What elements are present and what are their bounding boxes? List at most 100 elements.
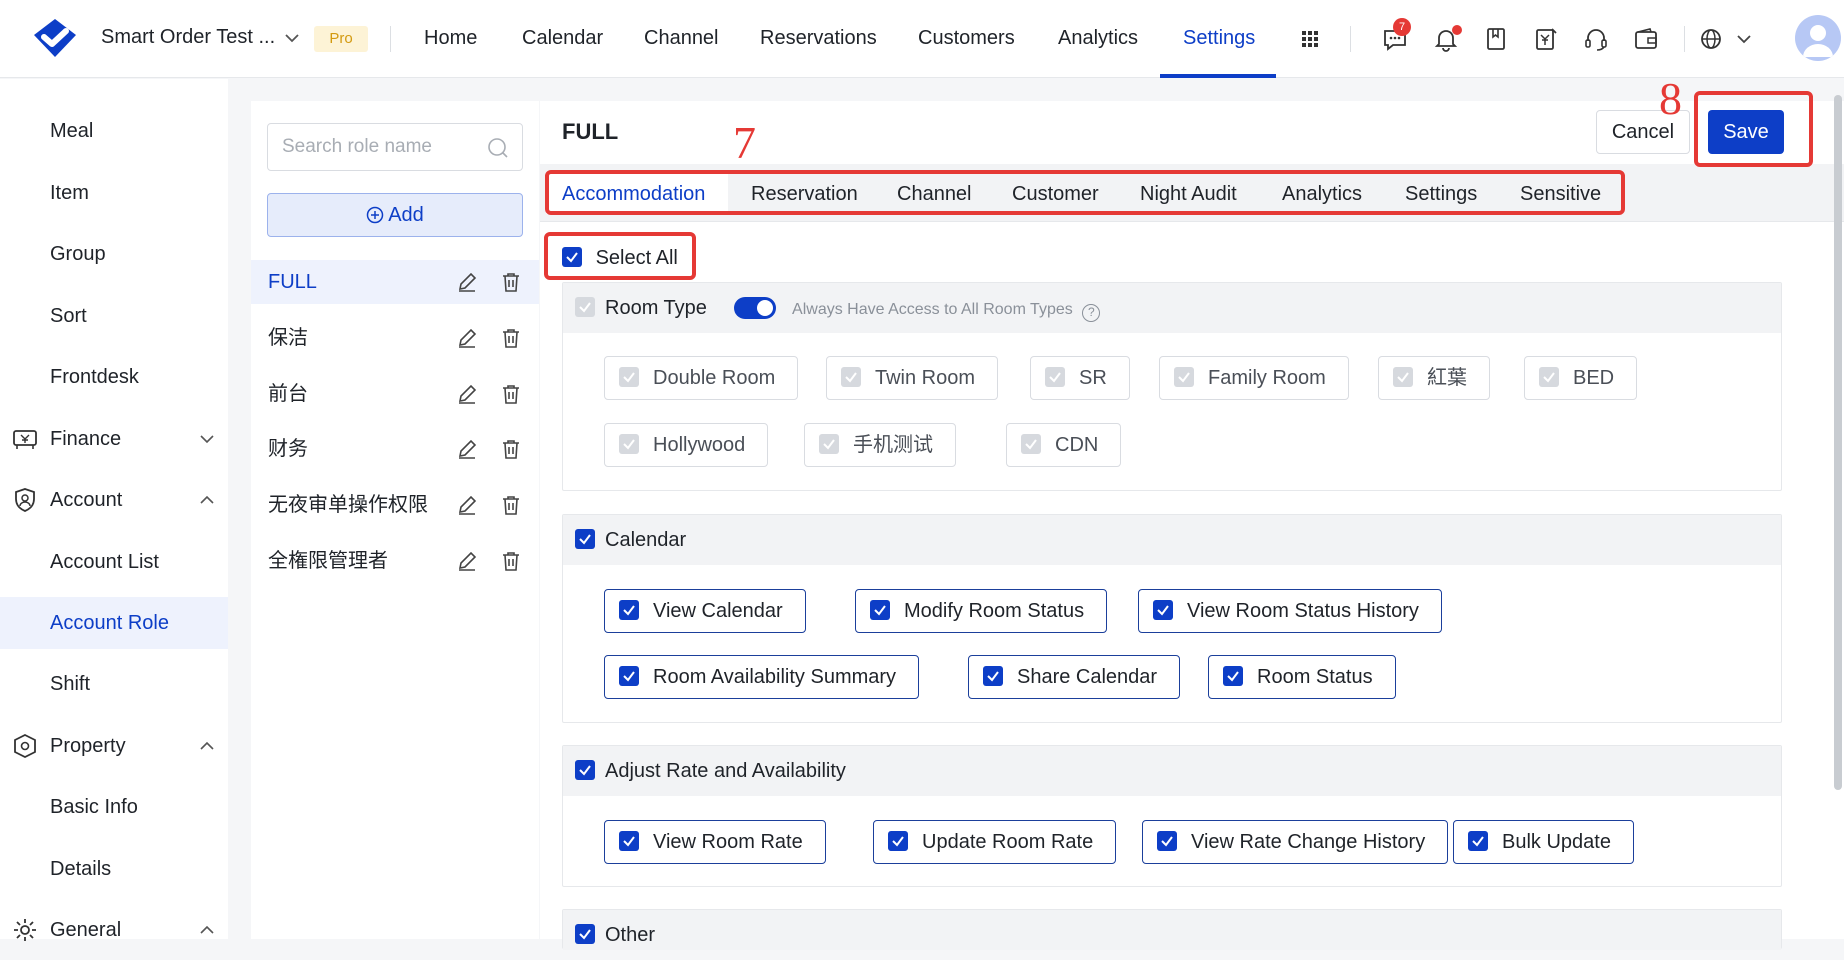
nav-reservations[interactable]: Reservations <box>760 27 877 50</box>
sidebar-item-shift[interactable]: Shift <box>0 658 228 710</box>
section-title: Calendar <box>605 529 687 551</box>
edit-icon[interactable] <box>456 327 478 349</box>
book-icon[interactable] <box>1482 25 1510 53</box>
checkmark-icon <box>623 605 635 616</box>
section-header: Room Type Always Have Access to All Room… <box>563 283 1781 333</box>
sidebar-group-account[interactable]: Account <box>0 474 228 526</box>
sidebar-group-finance[interactable]: Finance <box>0 413 228 465</box>
gear-icon <box>14 919 36 941</box>
room-type-chip[interactable]: Hollywood <box>604 423 769 467</box>
edit-icon[interactable] <box>456 550 478 572</box>
role-name: 全権限管理者 <box>268 550 388 572</box>
checkbox-checked[interactable] <box>575 924 595 944</box>
role-name: 前台 <box>268 383 308 405</box>
chevron-down-icon[interactable] <box>282 28 302 48</box>
permission-chip[interactable]: Update Room Rate <box>873 820 1117 864</box>
room-type-chip[interactable]: 紅葉 <box>1378 356 1490 400</box>
checkbox-checked <box>983 666 1003 686</box>
hotel-selector-label[interactable]: Smart Order Test ... <box>101 26 275 49</box>
add-role-button[interactable]: Add <box>267 193 523 237</box>
permission-chip[interactable]: Share Calendar <box>968 655 1181 699</box>
search-icon[interactable] <box>486 136 510 160</box>
permission-chip[interactable]: Modify Room Status <box>855 589 1108 633</box>
room-type-chip[interactable]: Double Room <box>604 356 799 400</box>
brand-logo-icon[interactable] <box>30 17 80 59</box>
room-type-chip[interactable]: CDN <box>1006 423 1122 467</box>
nav-settings[interactable]: Settings <box>1183 27 1255 50</box>
sidebar-item-account-role[interactable]: Account Role <box>0 597 228 649</box>
sidebar-item-label: Item <box>50 182 89 204</box>
nav-channel[interactable]: Channel <box>644 27 719 50</box>
yen-invoice-icon[interactable] <box>1532 25 1560 53</box>
trash-icon[interactable] <box>500 438 522 460</box>
room-type-chip[interactable]: 手机测试 <box>804 423 956 467</box>
sidebar-item-basic-info[interactable]: Basic Info <box>0 781 228 833</box>
role-item[interactable]: 前台 <box>251 372 539 416</box>
role-item[interactable]: 无夜审单操作权限 <box>251 483 539 527</box>
permission-chip[interactable]: Room Status <box>1208 655 1396 699</box>
trash-icon[interactable] <box>500 550 522 572</box>
sidebar-group-general[interactable]: General <box>0 904 228 956</box>
checkbox-disabled <box>1174 367 1194 387</box>
checkmark-icon <box>623 439 635 450</box>
role-item-full[interactable]: FULL <box>251 260 539 304</box>
permission-chip[interactable]: View Room Rate <box>604 820 826 864</box>
role-name: 保洁 <box>268 327 308 349</box>
sidebar-item-item[interactable]: Item <box>0 167 228 219</box>
trash-icon[interactable] <box>500 383 522 405</box>
role-item[interactable]: 财务 <box>251 427 539 471</box>
sidebar-item-sort[interactable]: Sort <box>0 290 228 342</box>
section-header[interactable]: Other <box>563 910 1781 950</box>
role-item[interactable]: 全権限管理者 <box>251 539 539 583</box>
sidebar-item-group[interactable]: Group <box>0 228 228 280</box>
permission-chip[interactable]: Room Availability Summary <box>604 655 920 699</box>
sidebar-group-property[interactable]: Property <box>0 720 228 772</box>
all-room-types-toggle[interactable] <box>734 297 777 319</box>
nav-analytics[interactable]: Analytics <box>1058 27 1138 50</box>
permission-chip[interactable]: View Calendar <box>604 589 806 633</box>
edit-icon[interactable] <box>456 438 478 460</box>
role-search-box <box>267 123 523 171</box>
room-type-chip[interactable]: SR <box>1030 356 1130 400</box>
user-avatar[interactable] <box>1795 15 1841 61</box>
sidebar-item-label: Details <box>50 858 112 880</box>
trash-icon[interactable] <box>500 327 522 349</box>
room-type-chip[interactable]: Twin Room <box>826 356 999 400</box>
checkbox-checked[interactable] <box>575 760 595 780</box>
sidebar-group-label: Account <box>50 489 123 511</box>
edit-icon[interactable] <box>456 271 478 293</box>
role-item[interactable]: 保洁 <box>251 316 539 360</box>
section-header[interactable]: Adjust Rate and Availability <box>563 746 1781 796</box>
sidebar-item-frontdesk[interactable]: Frontdesk <box>0 351 228 403</box>
room-type-chip[interactable]: Family Room <box>1159 356 1349 400</box>
room-type-chip[interactable]: BED <box>1524 356 1638 400</box>
chip-label: Twin Room <box>875 367 976 389</box>
checkbox-checked <box>1223 666 1243 686</box>
permission-chip[interactable]: View Rate Change History <box>1142 820 1449 864</box>
checkbox-checked[interactable] <box>575 529 595 549</box>
chevron-up-icon <box>200 495 214 504</box>
nav-customers[interactable]: Customers <box>918 27 1015 50</box>
permission-chip[interactable]: Bulk Update <box>1453 820 1634 864</box>
sidebar-item-account-list[interactable]: Account List <box>0 536 228 588</box>
edit-icon[interactable] <box>456 494 478 516</box>
trash-icon[interactable] <box>500 271 522 293</box>
chevron-down-icon[interactable] <box>1730 25 1758 53</box>
section-header[interactable]: Calendar <box>563 515 1781 565</box>
edit-icon[interactable] <box>456 383 478 405</box>
role-search-input[interactable] <box>282 124 482 170</box>
apps-grid-icon[interactable] <box>1296 25 1324 53</box>
trash-icon[interactable] <box>500 494 522 516</box>
nav-home[interactable]: Home <box>424 27 477 50</box>
globe-language-icon[interactable] <box>1697 25 1725 53</box>
headset-support-icon[interactable] <box>1582 25 1610 53</box>
permission-chip[interactable]: View Room Status History <box>1138 589 1442 633</box>
page-scrollbar[interactable] <box>1834 95 1842 790</box>
nav-calendar[interactable]: Calendar <box>522 27 603 50</box>
sidebar-item-details[interactable]: Details <box>0 843 228 895</box>
wallet-icon[interactable] <box>1632 25 1660 53</box>
checkbox-checked <box>1157 831 1177 851</box>
sidebar-item-meal[interactable]: Meal <box>0 105 228 157</box>
sidebar-item-label: Sort <box>50 305 87 327</box>
help-icon[interactable]: ? <box>1082 304 1101 322</box>
